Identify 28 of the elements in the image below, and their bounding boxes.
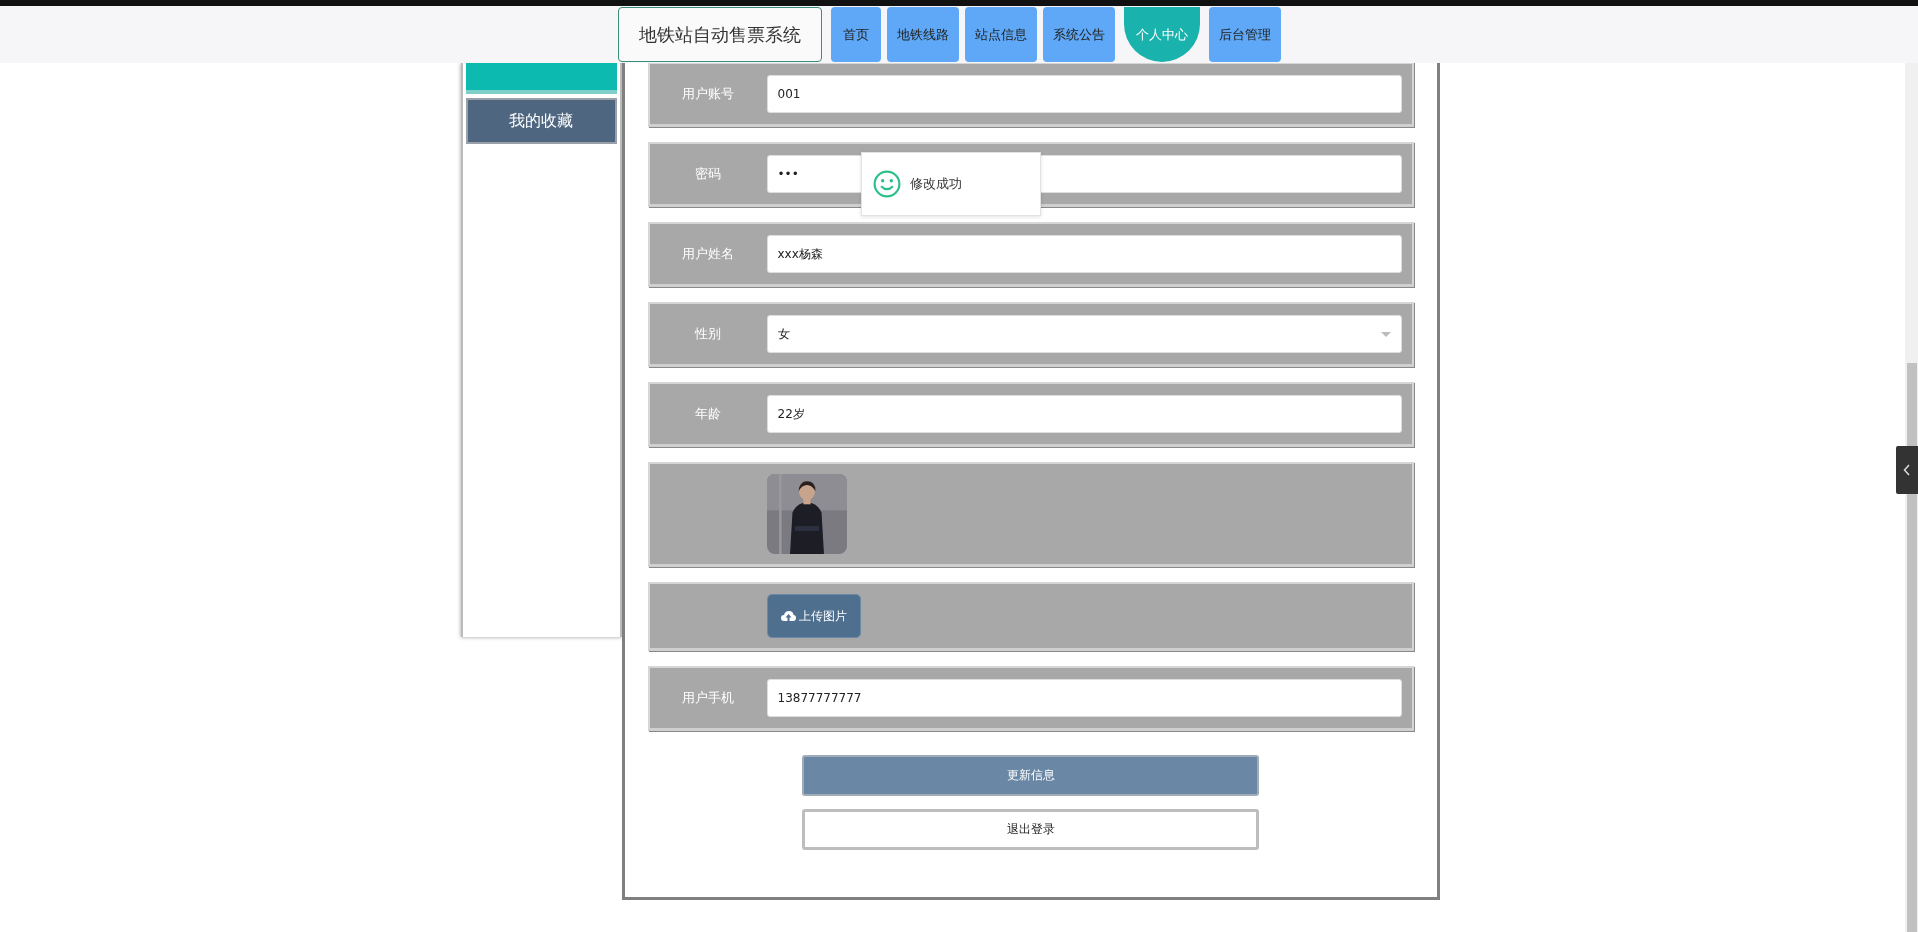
input-field[interactable]: 001 bbox=[766, 75, 1402, 113]
toast-text: 修改成功 bbox=[909, 175, 962, 193]
upload-button[interactable]: 上传图片 bbox=[766, 594, 861, 638]
scrollbar[interactable] bbox=[1907, 363, 1917, 932]
input-field[interactable]: 22岁 bbox=[766, 395, 1402, 433]
field-label: 用户账号 bbox=[682, 85, 734, 103]
dropdown-caret-icon bbox=[1380, 331, 1391, 337]
sidebar-item[interactable]: 我的收藏 bbox=[465, 98, 617, 144]
nav-tab[interactable]: 首页 bbox=[831, 7, 881, 62]
update-button[interactable]: 更新信息 bbox=[802, 755, 1259, 796]
field-label: 用户姓名 bbox=[682, 245, 734, 263]
chevron-left-icon bbox=[1903, 464, 1911, 476]
field-label: 性别 bbox=[695, 325, 721, 343]
input-field[interactable]: xxx杨森 bbox=[766, 235, 1402, 273]
logout-button[interactable]: 退出登录 bbox=[802, 809, 1259, 850]
cloud-upload-icon bbox=[780, 611, 796, 621]
field-label: 年龄 bbox=[695, 405, 721, 423]
nav-tab[interactable]: 系统公告 bbox=[1043, 7, 1115, 62]
field-label: 用户手机 bbox=[682, 689, 734, 707]
site-title: 地铁站自动售票系统 bbox=[618, 7, 822, 62]
nav-tab[interactable]: 地铁线路 bbox=[887, 7, 959, 62]
field-label: 密码 bbox=[695, 165, 721, 183]
nav-tab[interactable]: 站点信息 bbox=[965, 7, 1037, 62]
select-field[interactable]: 女 bbox=[766, 315, 1402, 353]
smiley-icon bbox=[872, 170, 901, 198]
nav-tab[interactable]: 后台管理 bbox=[1209, 7, 1281, 62]
input-field[interactable]: 13877777777 bbox=[766, 679, 1402, 717]
side-tab[interactable] bbox=[1896, 446, 1918, 494]
